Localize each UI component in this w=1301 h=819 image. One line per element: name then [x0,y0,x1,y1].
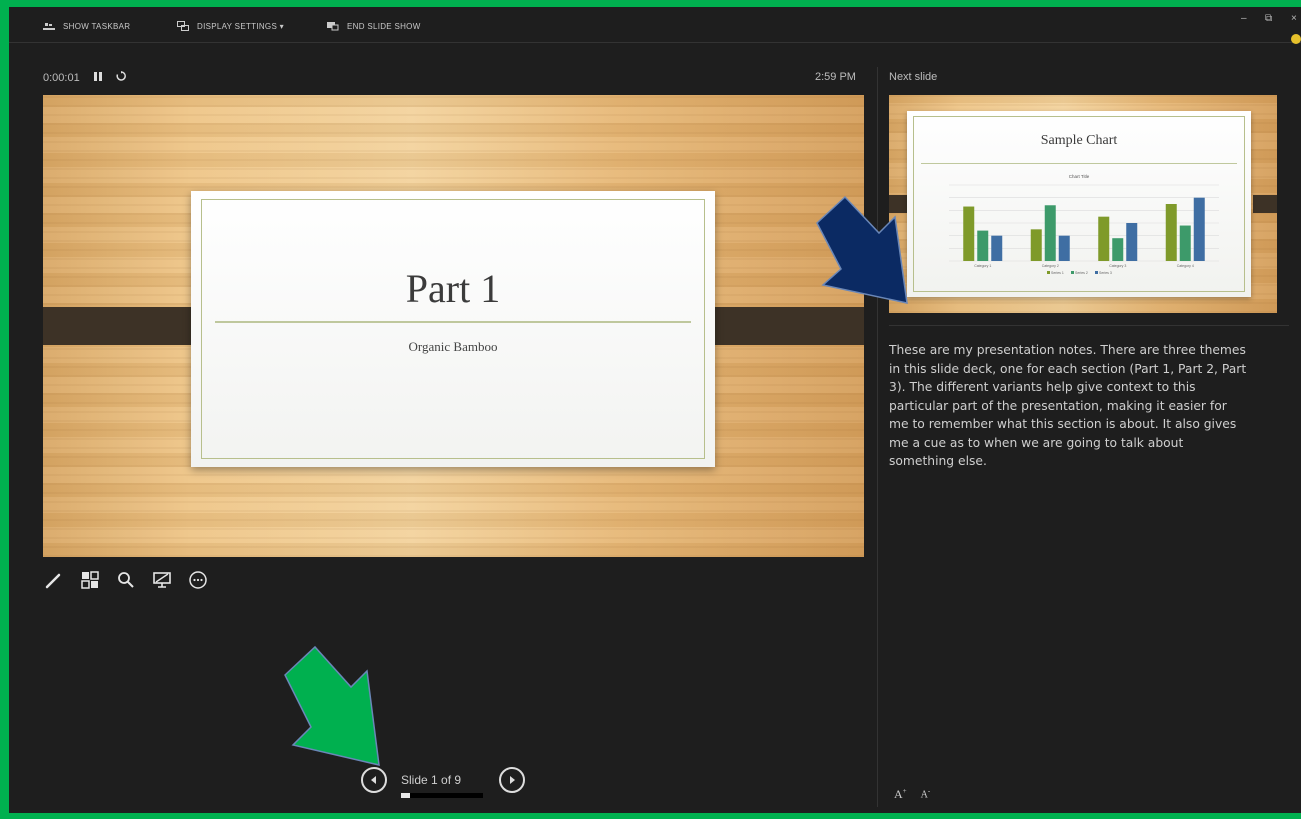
presenter-toolbar: SHOW TASKBAR DISPLAY SETTINGS ▾ END SLID… [9,7,1301,43]
previous-slide-button[interactable] [361,767,387,793]
end-slide-show-label: END SLIDE SHOW [347,21,421,31]
chart-bar [977,230,989,261]
next-slide-chart: Chart Title Category 1 Category 2 Category… [949,174,1219,275]
next-slide-button[interactable] [499,767,525,793]
increase-font-label: A [894,787,903,801]
decrease-font-button[interactable]: A- [921,787,931,802]
decrease-font-label: A [920,789,928,801]
chevron-left-icon [371,776,376,784]
next-slide-rule [921,163,1237,164]
timer-bar: 0:00:01 [43,71,126,84]
increase-font-button[interactable]: A+ [894,787,907,802]
slide-progress-fill [401,793,411,798]
elapsed-time: 0:00:01 [43,71,80,84]
presenter-view-window: SHOW TASKBAR DISPLAY SETTINGS ▾ END SLID… [9,7,1301,813]
end-slide-show-button[interactable]: END SLIDE SHOW [327,21,421,31]
chart-bar [1044,205,1056,261]
taskbar-icon [43,21,55,31]
chart-legend-label: Series 2 [1075,271,1088,275]
chart-bar [991,235,1003,261]
show-taskbar-label: SHOW TASKBAR [63,21,131,31]
next-slide-title: Sample Chart [1040,133,1118,148]
zoom-icon[interactable] [115,569,137,591]
chart-category-label: Category 4 [1177,264,1194,268]
show-taskbar-button[interactable]: SHOW TASKBAR [43,21,130,31]
slide-grid-icon[interactable] [79,569,101,591]
slide-navigation: Slide 1 of 9 [361,767,525,798]
pen-icon[interactable] [43,569,65,591]
chart-legend-swatch [1095,271,1098,274]
pane-divider[interactable] [877,67,878,807]
chart-bar [1165,204,1177,261]
more-options-icon[interactable] [187,569,209,591]
end-show-icon [327,21,339,31]
chart-category-label: Category 2 [1042,264,1059,268]
next-slide-preview[interactable]: Sample Chart Chart Title Category 1 Categ… [889,95,1277,313]
display-settings-icon [177,21,189,31]
chart-category-label: Category 1 [974,264,991,268]
chart-bars [963,197,1205,261]
chart-legend: Series 1 Series 2 Series 3 [1047,271,1112,275]
chart-grid [949,184,1219,262]
card-border [201,199,705,459]
title-rule [215,321,691,323]
bamboo-band-left [43,307,211,345]
ns-band-right [1253,195,1277,213]
slide-title: Part 1 [405,266,501,311]
title-card: Part 1 Organic Bamboo [191,191,715,467]
slide-counter[interactable]: Slide 1 of 9 [401,773,485,798]
chart-bar [1112,238,1124,261]
current-time: 2:59 PM [815,71,856,83]
chart-bar [1098,216,1110,261]
display-settings-button[interactable]: DISPLAY SETTINGS ▾ [177,21,284,31]
close-button[interactable]: × [1291,13,1297,24]
chart-category-labels: Category 1 Category 2 Category 3 Category 4 [974,264,1194,268]
reset-icon[interactable] [116,71,126,84]
presenter-tools [43,569,209,591]
pause-icon[interactable] [93,71,102,84]
black-screen-icon[interactable] [151,569,173,591]
minimize-button[interactable]: – [1241,13,1247,24]
current-slide[interactable]: Part 1 Organic Bamboo [43,95,864,557]
chart-bar [1193,197,1205,261]
chart-legend-label: Series 1 [1051,271,1064,275]
notification-dot [1291,34,1301,44]
chart-bar [1058,235,1070,261]
slide-counter-text: Slide 1 of 9 [401,773,462,787]
notes-separator [889,325,1289,326]
slide-progress-bar [401,793,483,798]
next-slide-card: Sample Chart Chart Title Category 1 Categ… [907,111,1251,297]
slide-subtitle: Organic Bamboo [408,339,498,354]
green-annotation-arrow [284,645,380,766]
chart-bar [1126,223,1138,261]
navy-annotation-arrow [816,195,908,304]
display-settings-label: DISPLAY SETTINGS ▾ [197,21,284,31]
speaker-notes[interactable]: These are my presentation notes. There a… [889,341,1249,471]
chart-legend-swatch [1047,271,1050,274]
chart-bar [1030,229,1042,261]
notes-font-controls: A+ A- [894,787,930,802]
chart-legend-swatch [1071,271,1074,274]
chart-title: Chart Title [1069,174,1090,179]
restore-button[interactable]: ⧉ [1265,13,1272,24]
chevron-right-icon [510,776,515,784]
chart-legend-label: Series 3 [1099,271,1112,275]
chart-bar [1179,225,1191,261]
next-slide-label: Next slide [889,71,938,83]
chart-category-label: Category 3 [1109,264,1126,268]
chart-bar [963,206,975,261]
